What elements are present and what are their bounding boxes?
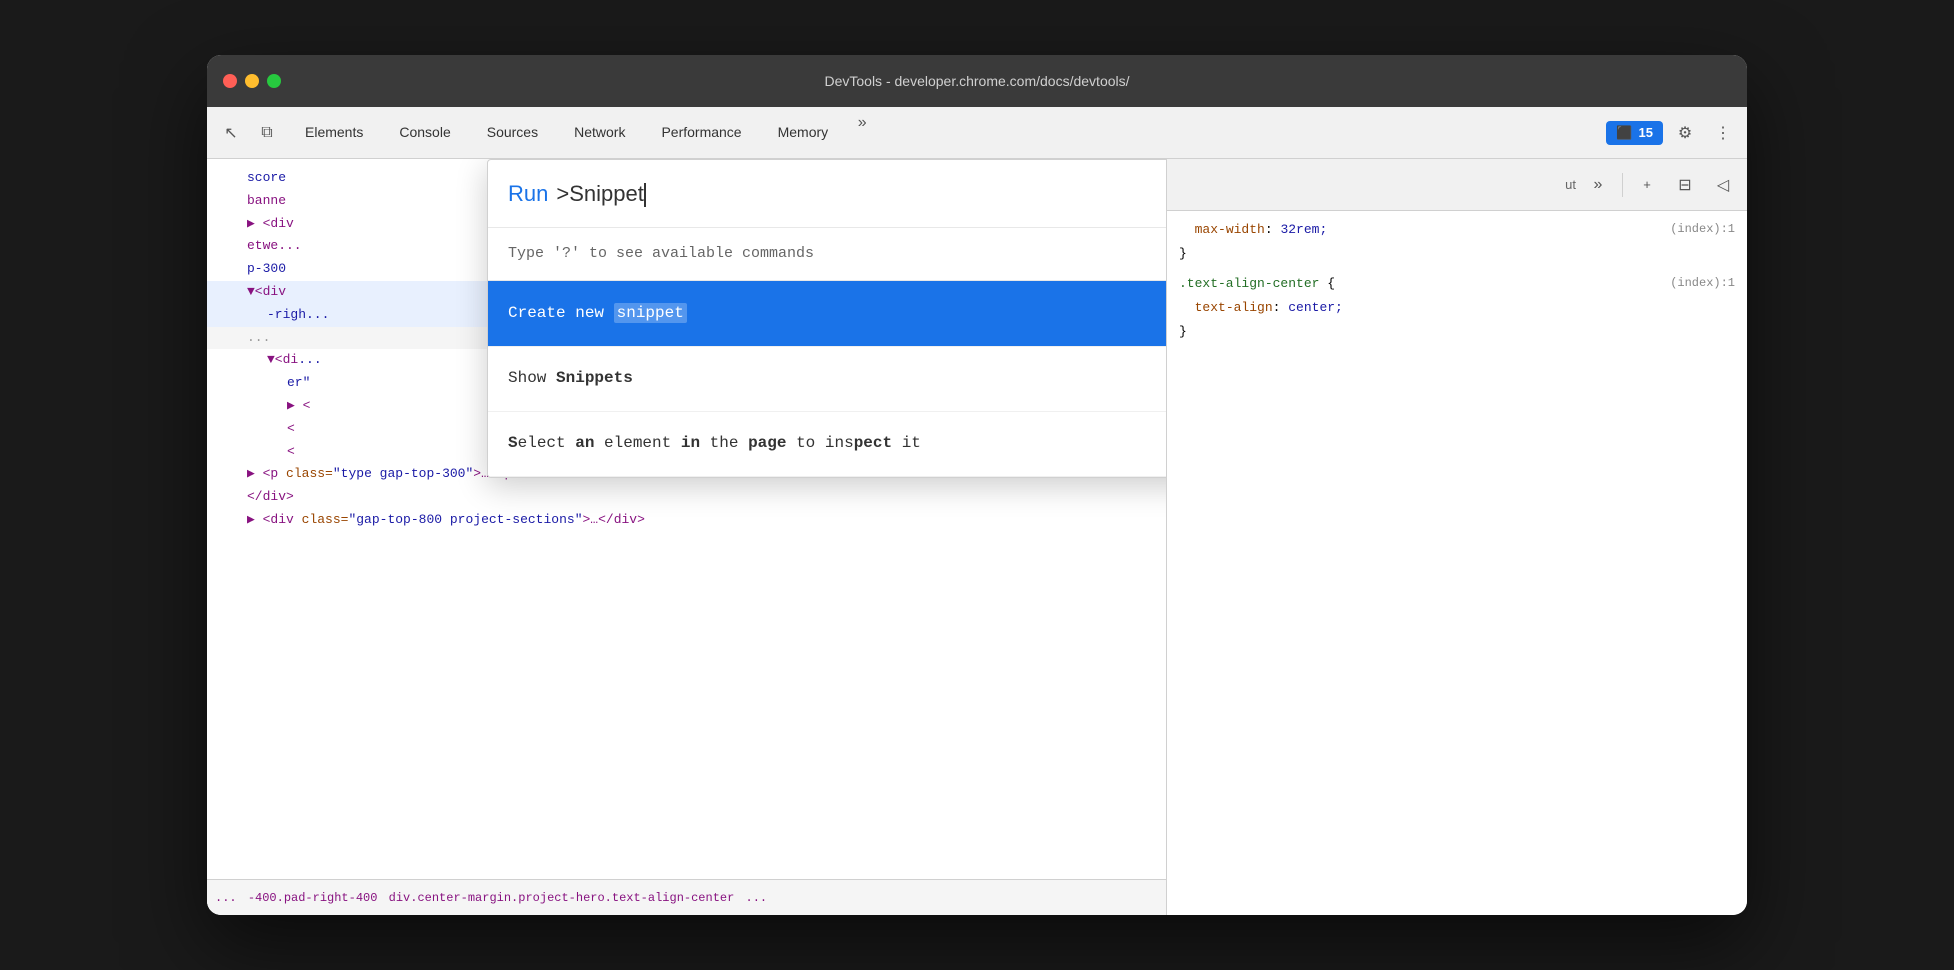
tab-elements[interactable]: Elements xyxy=(287,107,381,158)
css-source-1: (index):1 xyxy=(1670,219,1735,241)
devtools-window: DevTools - developer.chrome.com/docs/dev… xyxy=(207,55,1747,915)
tab-network[interactable]: Network xyxy=(556,107,643,158)
devtools-toolbar: ↖ ⧉ Elements Console Sources Network Per… xyxy=(207,107,1747,159)
css-source-2: (index):1 xyxy=(1670,273,1735,295)
tab-sources[interactable]: Sources xyxy=(469,107,556,158)
toolbar-right-actions: ⬛ 15 ⚙ ⋮ xyxy=(1606,117,1739,149)
right-more-button[interactable]: » xyxy=(1582,169,1614,201)
command-item-show-snippets[interactable]: Show Snippets Sources xyxy=(488,347,1166,412)
command-palette: Run >Snippet Type '?' to see available c… xyxy=(487,159,1166,478)
breadcrumb-bar: ... -400.pad-right-400 div.center-margin… xyxy=(207,879,1166,915)
new-style-rule-button[interactable]: ⊟ xyxy=(1669,169,1701,201)
html-line-15: </div> xyxy=(207,486,1166,509)
tab-performance[interactable]: Performance xyxy=(643,107,759,158)
css-line-3: .text-align-center { (index):1 xyxy=(1179,273,1735,295)
more-tabs-button[interactable]: » xyxy=(846,107,878,139)
css-panel: max-width: 32rem; (index):1 } .text-alig… xyxy=(1167,211,1747,915)
breadcrumb-item-2[interactable]: -400.pad-right-400 xyxy=(248,891,378,905)
close-button[interactable] xyxy=(223,74,237,88)
add-style-button[interactable]: + xyxy=(1631,169,1663,201)
command-hint: Type '?' to see available commands xyxy=(488,228,1166,281)
breadcrumb-item-4[interactable]: ... xyxy=(746,891,768,905)
separator xyxy=(1622,173,1623,197)
window-title: DevTools - developer.chrome.com/docs/dev… xyxy=(824,73,1129,89)
elements-panel: Run >Snippet Type '?' to see available c… xyxy=(207,159,1167,915)
device-toolbar-button[interactable]: ⧉ xyxy=(251,117,283,149)
breakpoints-count: 15 xyxy=(1639,125,1653,140)
more-options-button[interactable]: ⋮ xyxy=(1707,117,1739,149)
traffic-lights xyxy=(223,74,281,88)
tab-console[interactable]: Console xyxy=(381,107,468,158)
tab-memory[interactable]: Memory xyxy=(760,107,847,158)
titlebar: DevTools - developer.chrome.com/docs/dev… xyxy=(207,55,1747,107)
styles-panel: ut » + ⊟ ◁ max-width: 32rem; (index):1 } xyxy=(1167,159,1747,915)
text-cursor xyxy=(644,183,646,207)
command-items-list: Create new snippet Sources Show Snippets… xyxy=(488,281,1166,477)
command-input-row: Run >Snippet xyxy=(488,160,1166,228)
cursor-tool-button[interactable]: ↖ xyxy=(215,117,247,149)
breadcrumb-item-3[interactable]: div.center-margin.project-hero.text-alig… xyxy=(389,891,735,905)
command-input[interactable]: >Snippet xyxy=(556,176,1166,211)
right-toolbar-text: ut xyxy=(1565,177,1576,192)
settings-button[interactable]: ⚙ xyxy=(1669,117,1701,149)
toggle-sidebar-button[interactable]: ◁ xyxy=(1707,169,1739,201)
main-area: Run >Snippet Type '?' to see available c… xyxy=(207,159,1747,915)
run-label: Run xyxy=(508,176,548,211)
command-item-label-create: Create new snippet xyxy=(508,301,1166,327)
css-line-1: max-width: 32rem; (index):1 xyxy=(1179,219,1735,241)
right-toolbar: ut » + ⊟ ◁ xyxy=(1167,159,1747,211)
command-item-label-show: Show Snippets xyxy=(508,366,1166,392)
minimize-button[interactable] xyxy=(245,74,259,88)
css-line-5: } xyxy=(1179,321,1735,343)
command-item-create-snippet[interactable]: Create new snippet Sources xyxy=(488,281,1166,346)
html-line-16: ▶ <div class="gap-top-800 project-sectio… xyxy=(207,509,1166,532)
command-item-select-element[interactable]: Select an element in the page to inspect… xyxy=(488,412,1166,477)
command-item-label-select: Select an element in the page to inspect… xyxy=(508,431,1166,457)
maximize-button[interactable] xyxy=(267,74,281,88)
panel-tabs: Elements Console Sources Network Perform… xyxy=(287,107,1602,158)
css-line-4: text-align: center; xyxy=(1179,297,1735,319)
breakpoints-icon: ⬛ xyxy=(1616,125,1632,141)
snippet-highlight: snippet xyxy=(614,303,687,323)
breakpoints-button[interactable]: ⬛ 15 xyxy=(1606,121,1663,145)
elements-tree: Run >Snippet Type '?' to see available c… xyxy=(207,159,1166,879)
breadcrumb-item-1[interactable]: ... xyxy=(215,891,237,905)
css-line-2: } xyxy=(1179,243,1735,265)
